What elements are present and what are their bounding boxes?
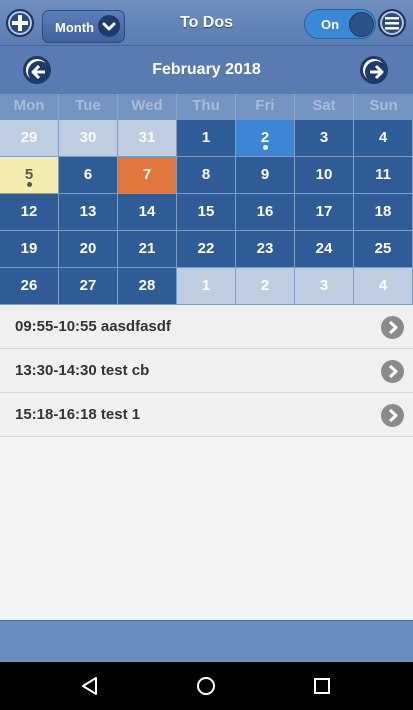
calendar-day[interactable]: 15 (177, 194, 236, 231)
footer-bar (0, 620, 413, 662)
view-select[interactable]: Month (42, 10, 125, 43)
calendar-day[interactable]: 18 (354, 194, 413, 231)
on-off-toggle[interactable]: On (304, 9, 376, 39)
calendar-day[interactable]: 23 (236, 231, 295, 268)
calendar-navigation: February 2018 (0, 46, 413, 94)
event-item[interactable]: 09:55-10:55 aasdfasdf (0, 305, 413, 349)
calendar-grid: 29 30 31 1 2 3 4 5 6 7 8 9 10 11 12 13 14 15 16 17 18 19 20 21 2… (0, 120, 413, 305)
calendar-day[interactable]: 9 (236, 157, 295, 194)
calendar-day[interactable]: 3 (295, 268, 354, 305)
event-dot-icon (263, 145, 268, 150)
calendar-day[interactable]: 6 (59, 157, 118, 194)
next-month-button[interactable] (360, 56, 388, 84)
hamburger-icon (385, 17, 399, 30)
event-item[interactable]: 13:30-14:30 test cb (0, 349, 413, 393)
weekday-label: Mon (0, 94, 59, 120)
calendar-day[interactable]: 12 (0, 194, 59, 231)
chevron-right-icon[interactable] (381, 360, 404, 383)
view-select-label: Month (55, 20, 94, 35)
event-label: 09:55-10:55 aasdfasdf (15, 318, 171, 335)
calendar-day[interactable]: 7 (118, 157, 177, 194)
home-icon[interactable] (194, 674, 218, 698)
event-list: 09:55-10:55 aasdfasdf 13:30-14:30 test c… (0, 305, 413, 437)
calendar-day[interactable]: 5 (0, 157, 59, 194)
month-title: February 2018 (152, 61, 261, 78)
arrow-left-icon (28, 61, 50, 83)
chevron-right-icon[interactable] (381, 404, 404, 427)
calendar-day[interactable]: 2 (236, 120, 295, 157)
calendar-day[interactable]: 28 (118, 268, 177, 305)
toggle-knob (349, 12, 374, 37)
calendar-day[interactable]: 19 (0, 231, 59, 268)
calendar-day[interactable]: 8 (177, 157, 236, 194)
weekday-label: Sun (369, 97, 398, 114)
arrow-right-icon (365, 61, 387, 83)
previous-month-button[interactable] (23, 56, 51, 84)
calendar-day[interactable]: 14 (118, 194, 177, 231)
calendar-day[interactable]: 3 (295, 120, 354, 157)
calendar-day[interactable]: 29 (0, 120, 59, 157)
calendar-day[interactable]: 4 (354, 120, 413, 157)
calendar-day[interactable]: 1 (177, 120, 236, 157)
event-dot-icon (27, 182, 32, 187)
weekday-label: Sat (295, 94, 354, 120)
weekday-label: Thu (177, 94, 236, 120)
system-navigation-bar (0, 662, 413, 710)
calendar-day[interactable]: 2 (236, 268, 295, 305)
calendar-day[interactable]: 13 (59, 194, 118, 231)
calendar-day[interactable]: 27 (59, 268, 118, 305)
weekday-header: Mon Tue Wed Thu Fri Sat Sun (0, 94, 413, 120)
event-label: 13:30-14:30 test cb (15, 362, 150, 379)
calendar-day[interactable]: 11 (354, 157, 413, 194)
toggle-label: On (321, 17, 340, 32)
calendar-day[interactable]: 31 (118, 120, 177, 157)
recents-icon[interactable] (310, 674, 334, 698)
calendar-day[interactable]: 26 (0, 268, 59, 305)
weekday-label: Tue (59, 94, 118, 120)
calendar-day[interactable]: 1 (177, 268, 236, 305)
calendar-day[interactable]: 25 (354, 231, 413, 268)
event-label: 15:18-16:18 test 1 (15, 406, 141, 423)
plus-icon (12, 15, 28, 31)
chevron-right-icon[interactable] (381, 316, 404, 339)
weekday-label: Wed (118, 94, 177, 120)
calendar-day[interactable]: 30 (59, 120, 118, 157)
calendar-day[interactable]: 21 (118, 231, 177, 268)
calendar-day[interactable]: 10 (295, 157, 354, 194)
calendar-day[interactable]: 20 (59, 231, 118, 268)
calendar-day[interactable]: 4 (354, 268, 413, 305)
chevron-down-icon (98, 15, 120, 37)
calendar-day[interactable]: 24 (295, 231, 354, 268)
header-bar: Month To Dos On (0, 0, 413, 46)
calendar-day[interactable]: 17 (295, 194, 354, 231)
back-icon[interactable] (78, 674, 102, 698)
add-button[interactable] (6, 9, 34, 37)
menu-button[interactable] (378, 9, 406, 37)
calendar-day[interactable]: 16 (236, 194, 295, 231)
weekday-label: Fri (236, 94, 295, 120)
page-title: To Dos (179, 14, 234, 31)
event-item[interactable]: 15:18-16:18 test 1 (0, 393, 413, 437)
calendar-day[interactable]: 22 (177, 231, 236, 268)
